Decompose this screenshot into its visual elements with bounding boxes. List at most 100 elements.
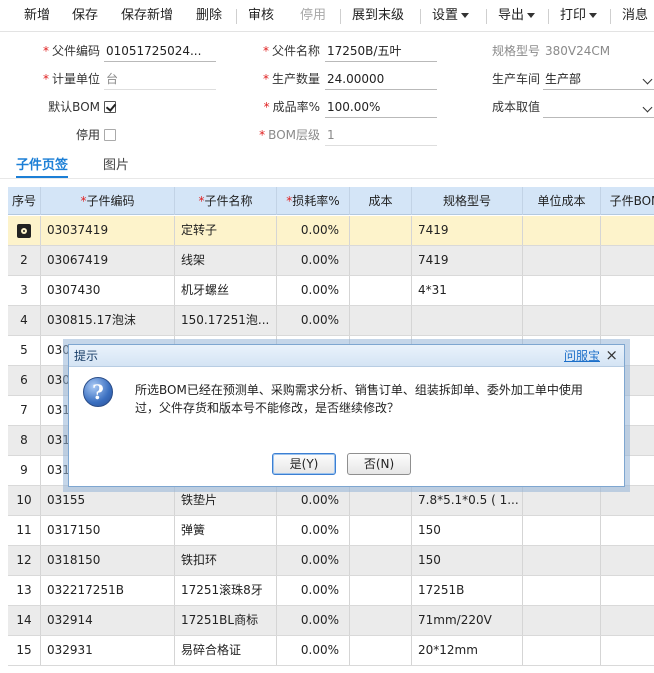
table-row[interactable]: 14 032914 17251BL商标 0.00% 71mm/220V [8,606,654,636]
cell-col-unit-cost[interactable] [523,276,601,305]
cell-col-code[interactable]: 032931 [41,636,175,665]
cell-col-cost[interactable] [350,606,412,635]
cell-col-loss[interactable]: 0.00% [277,276,350,305]
table-row[interactable]: 3 0307430 机牙螺丝 0.00% 4*31 [8,276,654,306]
cell-col-seq[interactable]: 3 [8,276,41,305]
disabled-checkbox[interactable] [104,129,116,141]
cell-col-bom[interactable] [601,246,654,275]
cell-col-loss[interactable]: 0.00% [277,216,350,245]
cell-col-spec[interactable] [412,306,523,335]
cell-col-spec[interactable]: 7.8*5.1*0.5 ( 1... [412,486,523,515]
cell-col-code[interactable]: 032914 [41,606,175,635]
cell-col-bom[interactable] [601,636,654,665]
cell-col-code[interactable]: 0318150 [41,546,175,575]
cell-col-cost[interactable] [350,516,412,545]
cell-col-loss[interactable]: 0.00% [277,546,350,575]
no-button[interactable]: 否(N) [347,453,411,475]
cell-col-code[interactable]: 03155 [41,486,175,515]
cell-col-code[interactable]: 0307430 [41,276,175,305]
close-icon[interactable]: × [605,345,618,366]
cell-col-name[interactable]: 铁扣环 [175,546,277,575]
cell-col-bom[interactable] [601,216,654,245]
cell-col-bom[interactable] [601,306,654,335]
cell-col-loss[interactable]: 0.00% [277,486,350,515]
cell-col-spec[interactable]: 20*12mm [412,636,523,665]
cell-col-name[interactable]: 机牙螺丝 [175,276,277,305]
header-col-unit-cost[interactable]: 单位成本 [523,187,601,215]
cell-col-unit-cost[interactable] [523,546,601,575]
cell-col-spec[interactable]: 4*31 [412,276,523,305]
cell-col-name[interactable]: 弹簧 [175,516,277,545]
cell-col-bom[interactable] [601,486,654,515]
cell-col-seq[interactable]: 7 [8,396,41,425]
cell-col-name[interactable]: 铁垫片 [175,486,277,515]
cell-col-unit-cost[interactable] [523,306,601,335]
cell-col-loss[interactable]: 0.00% [277,516,350,545]
cell-col-name[interactable]: 17251滚珠8牙 [175,576,277,605]
cell-col-seq[interactable]: 12 [8,546,41,575]
cell-col-cost[interactable] [350,636,412,665]
cell-col-spec[interactable]: 150 [412,546,523,575]
cell-col-spec[interactable]: 17251B [412,576,523,605]
cell-col-cost[interactable] [350,576,412,605]
cell-col-name[interactable]: 定转子 [175,216,277,245]
header-col-spec[interactable]: 规格型号 [412,187,523,215]
cell-col-unit-cost[interactable] [523,486,601,515]
cost-value-select[interactable] [543,96,654,118]
cell-col-name[interactable]: 易碎合格证 [175,636,277,665]
row-settings-icon[interactable] [17,223,31,238]
cell-col-unit-cost[interactable] [523,246,601,275]
cell-col-seq[interactable]: 2 [8,246,41,275]
table-row[interactable]: 13 032217251B 17251滚珠8牙 0.00% 17251B [8,576,654,606]
cell-col-spec[interactable]: 7419 [412,216,523,245]
yes-button[interactable]: 是(Y) [272,453,336,475]
cell-col-bom[interactable] [601,606,654,635]
expand-to-last-level-button[interactable]: 展到末级 [352,0,404,32]
cell-col-unit-cost[interactable] [523,516,601,545]
header-col-loss[interactable]: *损耗率% [277,187,350,215]
cell-col-name[interactable]: 线架 [175,246,277,275]
table-row[interactable]: 2 03067419 线架 0.00% 7419 [8,246,654,276]
table-row[interactable]: 10 03155 铁垫片 0.00% 7.8*5.1*0.5 ( 1... [8,486,654,516]
cell-col-seq[interactable]: 5 [8,336,41,365]
cell-col-bom[interactable] [601,276,654,305]
cell-col-seq[interactable]: 6 [8,366,41,395]
cell-col-seq[interactable]: 15 [8,636,41,665]
header-col-name[interactable]: *子件名称 [175,187,277,215]
header-col-code[interactable]: *子件编码 [41,187,175,215]
settings-menu[interactable]: 设置 [432,0,470,32]
cell-col-loss[interactable]: 0.00% [277,606,350,635]
cell-col-seq[interactable]: 13 [8,576,41,605]
parent-name-field[interactable]: 17250B/五叶 [325,40,437,62]
table-row[interactable]: 12 0318150 铁扣环 0.00% 150 [8,546,654,576]
header-col-bom[interactable]: 子件BOM [601,187,654,215]
table-row[interactable]: 15 032931 易碎合格证 0.00% 20*12mm [8,636,654,666]
cell-col-code[interactable]: 03037419 [41,216,175,245]
cell-col-cost[interactable] [350,486,412,515]
cell-col-cost[interactable] [350,306,412,335]
cell-col-loss[interactable]: 0.00% [277,636,350,665]
table-row[interactable]: 4 030815.17泡沫 150.17251泡... 0.00% [8,306,654,336]
print-menu[interactable]: 打印 [560,0,598,32]
cell-col-bom[interactable] [601,516,654,545]
delete-button[interactable]: 删除 [196,0,222,32]
message-button[interactable]: 消息 [622,0,648,32]
cell-col-cost[interactable] [350,246,412,275]
save-button[interactable]: 保存 [72,0,98,32]
cell-col-loss[interactable]: 0.00% [277,246,350,275]
parent-code-field[interactable]: 01051725024... [104,40,216,62]
tab-components[interactable]: 子件页签 [16,156,69,178]
table-row[interactable]: 03037419 定转子 0.00% 7419 [8,216,654,246]
audit-button[interactable]: 审核 [248,0,274,32]
cell-col-code[interactable]: 030815.17泡沫 [41,306,175,335]
save-new-button[interactable]: 保存新增 [121,0,173,32]
cell-col-code[interactable]: 0317150 [41,516,175,545]
cell-col-unit-cost[interactable] [523,576,601,605]
cell-col-name[interactable]: 17251BL商标 [175,606,277,635]
cell-col-bom[interactable] [601,546,654,575]
default-bom-checkbox[interactable] [104,101,116,113]
tab-images[interactable]: 图片 [103,156,129,178]
cell-col-bom[interactable] [601,576,654,605]
cell-col-spec[interactable]: 7419 [412,246,523,275]
cell-col-seq[interactable]: 10 [8,486,41,515]
